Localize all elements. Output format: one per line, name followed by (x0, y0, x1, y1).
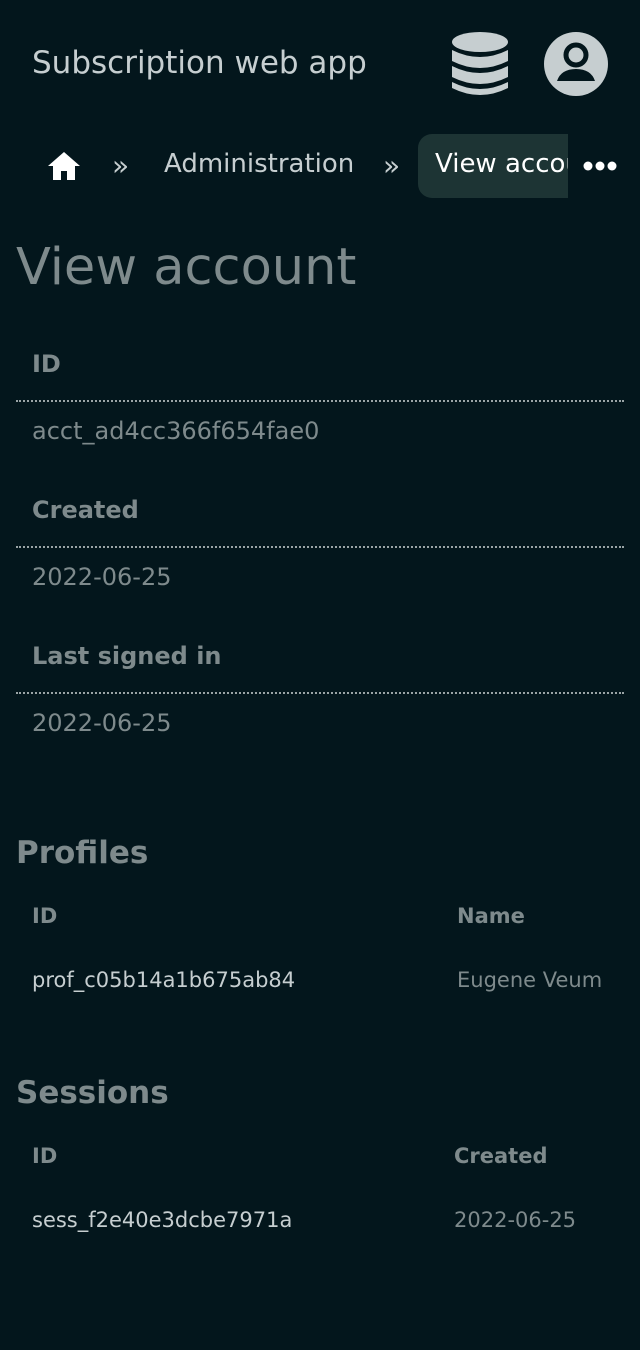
session-id-link[interactable]: sess_f2e40e3dcbe7971a (32, 1207, 292, 1233)
field-value-created: 2022-06-25 (32, 563, 172, 591)
database-icon[interactable] (448, 30, 512, 98)
breadcrumb-item-administration[interactable]: Administration (164, 148, 354, 180)
field-label-created: Created (32, 496, 139, 524)
top-bar: Subscription web app (0, 0, 640, 128)
page-title: View account (16, 238, 357, 297)
sessions-column-created: Created (454, 1144, 548, 1168)
more-horizontal-icon[interactable] (580, 152, 620, 180)
profiles-column-name: Name (457, 904, 525, 928)
breadcrumb-separator: » (383, 149, 401, 182)
field-value-id: acct_ad4cc366f654fae0 (32, 417, 320, 445)
breadcrumb-item-current: View account (418, 134, 568, 198)
field-label-last-signed-in: Last signed in (32, 642, 222, 670)
breadcrumb-separator: » (112, 149, 130, 182)
app-title[interactable]: Subscription web app (32, 44, 367, 82)
breadcrumb-current-label: View account (435, 149, 568, 179)
sessions-heading: Sessions (16, 1075, 169, 1111)
account-circle-icon[interactable] (543, 31, 609, 97)
field-divider (16, 400, 624, 402)
field-divider (16, 546, 624, 548)
profile-id-link[interactable]: prof_c05b14a1b675ab84 (32, 967, 295, 993)
profiles-heading: Profiles (16, 835, 149, 871)
home-icon[interactable] (44, 148, 84, 184)
breadcrumb: » Administration » View account (0, 134, 640, 198)
profile-name: Eugene Veum (457, 968, 603, 992)
profiles-column-id: ID (32, 904, 58, 928)
field-label-id: ID (32, 350, 61, 378)
sessions-column-id: ID (32, 1144, 58, 1168)
field-value-last-signed-in: 2022-06-25 (32, 709, 172, 737)
session-created: 2022-06-25 (454, 1208, 577, 1232)
field-divider (16, 692, 624, 694)
